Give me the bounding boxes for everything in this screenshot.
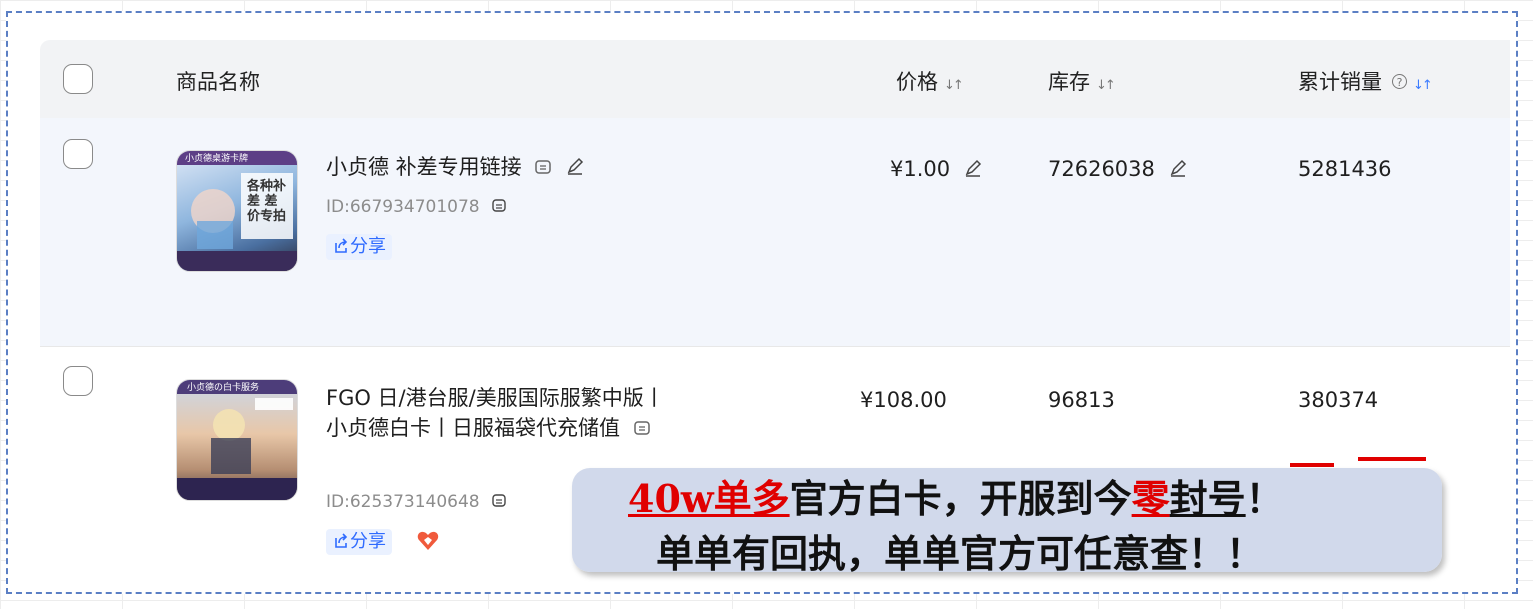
product-thumbnail[interactable]: 小贞德の白卡服务 <box>176 379 298 501</box>
copy-icon[interactable] <box>491 493 507 509</box>
product-name: FGO 日/港台服/美服国际服繁中版丨 小贞德白卡丨日服福袋代充储值 <box>326 383 665 443</box>
product-name-line1: FGO 日/港台服/美服国际服繁中版丨 <box>326 386 665 410</box>
copy-icon[interactable] <box>633 419 651 437</box>
copy-icon[interactable] <box>491 198 507 214</box>
promo-highlight: 零 <box>1131 476 1170 521</box>
promo-text-end: ！ <box>1245 476 1284 521</box>
thumbnail-caption: 小贞德の白卡服务 <box>187 383 260 393</box>
product-id: ID:625373140648 <box>326 492 507 512</box>
row-stock: 72626038 <box>1048 157 1188 181</box>
edit-icon[interactable] <box>1168 158 1188 178</box>
product-id-text: ID:667934701078 <box>326 197 480 217</box>
product-name-line2-wrap: 小贞德白卡丨日服福袋代充储值 <box>326 413 665 443</box>
sort-icon[interactable]: ↓↑ <box>944 78 964 93</box>
share-icon <box>335 533 348 548</box>
product-name-line2: 小贞德白卡丨日服福袋代充储值 <box>326 416 620 440</box>
row-stock: 96813 <box>1048 388 1115 412</box>
row-price: ¥108.00 <box>860 388 947 412</box>
edit-icon[interactable] <box>963 158 983 178</box>
promo-highlight: 40w单多 <box>628 476 790 521</box>
product-thumbnail[interactable]: 小贞德桌游卡牌 各种补差 差价专拍 <box>176 150 298 272</box>
row-checkbox[interactable] <box>63 366 93 396</box>
share-button[interactable]: 分享 <box>326 529 392 555</box>
thumbnail-art <box>177 380 297 500</box>
row-sales: 5281436 <box>1298 157 1392 181</box>
sort-icon[interactable]: ↓↑ <box>1413 78 1433 93</box>
heart-icon[interactable] <box>416 529 440 553</box>
help-icon[interactable]: ? <box>1392 74 1407 89</box>
promo-line-1: 40w单多官方白卡，开服到今零封号！ <box>628 468 1284 523</box>
stock-value: 72626038 <box>1048 157 1155 181</box>
product-id-text: ID:625373140648 <box>326 492 480 512</box>
row-sales: 380374 <box>1298 388 1379 412</box>
thumbnail-caption: 小贞德桌游卡牌 <box>185 154 249 164</box>
promo-line-2: 单单有回执，单单官方可任意查！！ <box>656 531 1265 576</box>
header-sales[interactable]: 累计销量? ↓↑ <box>1298 66 1433 96</box>
share-icon <box>335 238 348 253</box>
table-header <box>40 40 1510 118</box>
thumbnail-text: 各种补差 差价专拍 <box>247 179 287 224</box>
header-stock[interactable]: 库存 ↓↑ <box>1048 66 1116 96</box>
row-checkbox[interactable] <box>63 139 93 169</box>
product-name: 小贞德 补差专用链接 <box>326 152 585 182</box>
price-value: ¥1.00 <box>890 157 951 181</box>
row-divider <box>40 346 1510 347</box>
share-label: 分享 <box>350 236 386 257</box>
promo-text: 官方白卡，开服到今 <box>789 476 1132 521</box>
header-price[interactable]: 价格 ↓↑ <box>896 66 964 96</box>
copy-icon[interactable] <box>534 158 552 176</box>
header-sales-label: 累计销量 <box>1298 70 1382 94</box>
red-mark <box>1290 463 1334 467</box>
header-product-name: 商品名称 <box>176 70 260 94</box>
red-mark <box>1358 457 1426 461</box>
select-all-checkbox[interactable] <box>63 64 93 94</box>
share-label: 分享 <box>350 531 386 552</box>
row-price: ¥1.00 <box>890 157 983 181</box>
product-name-text: 小贞德 补差专用链接 <box>326 155 522 179</box>
sort-icon[interactable]: ↓↑ <box>1096 78 1116 93</box>
share-button[interactable]: 分享 <box>326 234 392 260</box>
edit-icon[interactable] <box>565 156 585 176</box>
promo-underlined: 封号 <box>1169 476 1246 521</box>
product-id: ID:667934701078 <box>326 197 507 217</box>
header-stock-label: 库存 <box>1048 70 1090 94</box>
header-price-label: 价格 <box>896 70 938 94</box>
